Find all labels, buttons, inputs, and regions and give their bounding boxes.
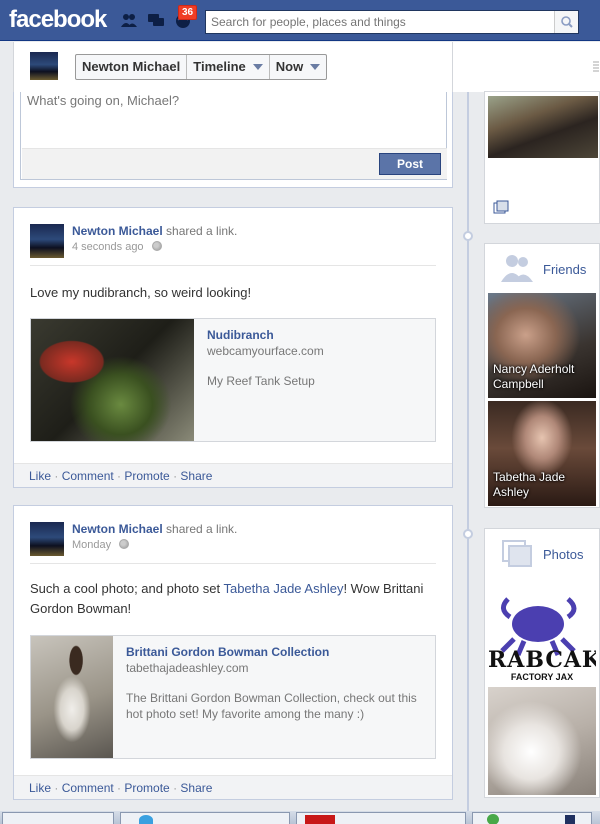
search-box: [205, 10, 579, 34]
post-button[interactable]: Post: [379, 153, 441, 175]
timeline-dropdown[interactable]: Timeline: [187, 55, 270, 79]
profile-photo[interactable]: [488, 96, 598, 158]
author-link[interactable]: Newton Michael: [72, 224, 163, 238]
now-dropdown[interactable]: Now: [270, 55, 326, 79]
timeline-label: Timeline: [193, 59, 246, 74]
status-composer: What's going on, Michael? Post: [13, 92, 453, 188]
divider: [30, 563, 436, 564]
message-text: Such a cool photo; and photo set: [30, 581, 224, 596]
friend-name: Nancy Aderholt Campbell: [493, 362, 575, 391]
os-taskbar: [0, 811, 600, 824]
timestamp-link[interactable]: Monday: [72, 539, 111, 551]
messages-icon[interactable]: [147, 12, 165, 28]
photo-tile[interactable]: [488, 687, 596, 795]
friends-icon: [501, 255, 533, 282]
sidebar-profile-box: [484, 91, 600, 224]
story-time: 4 seconds ago: [72, 241, 162, 253]
story-actions: Like · Comment · Promote · Share: [14, 775, 452, 799]
app-icon: [565, 815, 575, 824]
nudibranch-thumbnail[interactable]: [31, 319, 194, 441]
top-bar: facebook 36: [0, 0, 600, 41]
facebook-logo[interactable]: facebook: [9, 6, 107, 34]
story-actions: Like · Comment · Promote · Share: [14, 463, 452, 487]
promote-link[interactable]: Promote: [124, 781, 169, 795]
promote-link[interactable]: Promote: [124, 469, 169, 483]
link-title[interactable]: Nudibranch: [207, 328, 274, 342]
story-message: Love my nudibranch, so weird looking!: [30, 285, 252, 300]
share-link[interactable]: Share: [180, 469, 212, 483]
globe-icon[interactable]: [151, 241, 162, 251]
share-link[interactable]: Share: [180, 781, 212, 795]
friend-name: Tabetha Jade Ashley: [493, 470, 566, 499]
timestamp-link[interactable]: 4 seconds ago: [72, 241, 144, 253]
breadcrumb: Newton Michael Timeline Now: [75, 54, 328, 80]
comment-link[interactable]: Comment: [62, 781, 114, 795]
globe-icon[interactable]: [119, 539, 130, 549]
timeline-header: Newton Michael Timeline Now: [13, 42, 453, 92]
profile-name: Newton Michael: [82, 59, 181, 74]
chevron-down-icon: [310, 64, 321, 70]
search-button[interactable]: [554, 11, 578, 33]
photo-banner-sub: FACTORY JAX: [510, 672, 574, 682]
photo-thumbnail[interactable]: [31, 636, 113, 758]
story-verb: shared a link.: [162, 522, 238, 536]
photos-icon: [502, 540, 532, 567]
app-icon: [305, 815, 335, 824]
story-card: Newton Michael shared a link. 4 seconds …: [13, 207, 453, 488]
profile-name-link[interactable]: Newton Michael: [76, 55, 188, 79]
divider: [30, 265, 436, 266]
link-description: My Reef Tank Setup: [207, 374, 315, 388]
taskbar-item[interactable]: [296, 812, 466, 824]
app-icon: [487, 814, 499, 824]
friends-title[interactable]: Friends: [543, 262, 586, 277]
status-placeholder: What's going on, Michael?: [27, 93, 180, 108]
link-host: tabethajadeashley.com: [126, 661, 249, 675]
taskbar-item[interactable]: [2, 812, 114, 824]
friends-box: Friends Nancy Aderholt Campbell Tabetha …: [484, 243, 600, 508]
author-avatar[interactable]: [30, 224, 64, 258]
friend-tile[interactable]: Tabetha Jade Ashley: [488, 401, 596, 506]
story-header: Newton Michael shared a link.: [72, 522, 237, 536]
status-input[interactable]: What's going on, Michael? Post: [20, 92, 447, 180]
story-header: Newton Michael shared a link.: [72, 224, 237, 238]
profile-avatar[interactable]: [30, 52, 58, 80]
composer-toolbar: Post: [22, 148, 447, 179]
timeline-dot: [463, 529, 473, 539]
link-attachment[interactable]: Nudibranch webcamyourface.com My Reef Ta…: [30, 318, 436, 442]
search-icon: [561, 16, 573, 28]
photo-tile[interactable]: RABCAK FACTORY JAX: [488, 579, 596, 684]
comment-link[interactable]: Comment: [62, 469, 114, 483]
photos-title[interactable]: Photos: [543, 547, 583, 562]
sidebar-top-strip: [453, 42, 600, 92]
ie-icon: [139, 815, 153, 824]
author-avatar[interactable]: [30, 522, 64, 556]
notifications-badge[interactable]: 36: [178, 5, 198, 20]
link-host: webcamyourface.com: [207, 344, 324, 358]
friends-icon[interactable]: [120, 12, 138, 28]
taskbar-item[interactable]: [472, 812, 592, 824]
story-time: Monday: [72, 539, 130, 551]
drag-handle-icon[interactable]: [592, 60, 600, 74]
search-input[interactable]: [206, 11, 554, 33]
story-card: Newton Michael shared a link. Monday Suc…: [13, 505, 453, 800]
tagged-person-link[interactable]: Tabetha Jade Ashley: [223, 581, 343, 596]
story-message: Such a cool photo; and photo set Tabetha…: [30, 579, 430, 619]
chevron-down-icon: [252, 64, 263, 70]
now-label: Now: [275, 59, 304, 74]
author-link[interactable]: Newton Michael: [72, 522, 163, 536]
timeline-spine: [467, 92, 469, 824]
link-attachment[interactable]: Brittani Gordon Bowman Collection tabeth…: [30, 635, 436, 759]
like-link[interactable]: Like: [29, 781, 51, 795]
taskbar-item[interactable]: [120, 812, 290, 824]
timeline-dot: [463, 231, 473, 241]
link-title[interactable]: Brittani Gordon Bowman Collection: [126, 645, 329, 659]
add-photo-icon[interactable]: [493, 200, 509, 214]
like-link[interactable]: Like: [29, 469, 51, 483]
photos-box: Photos RABCAK FACTORY JAX: [484, 528, 600, 798]
photo-banner: RABCAK: [488, 647, 596, 673]
link-description: The Brittani Gordon Bowman Collection, c…: [126, 691, 417, 721]
story-verb: shared a link.: [162, 224, 238, 238]
friend-tile[interactable]: Nancy Aderholt Campbell: [488, 293, 596, 398]
